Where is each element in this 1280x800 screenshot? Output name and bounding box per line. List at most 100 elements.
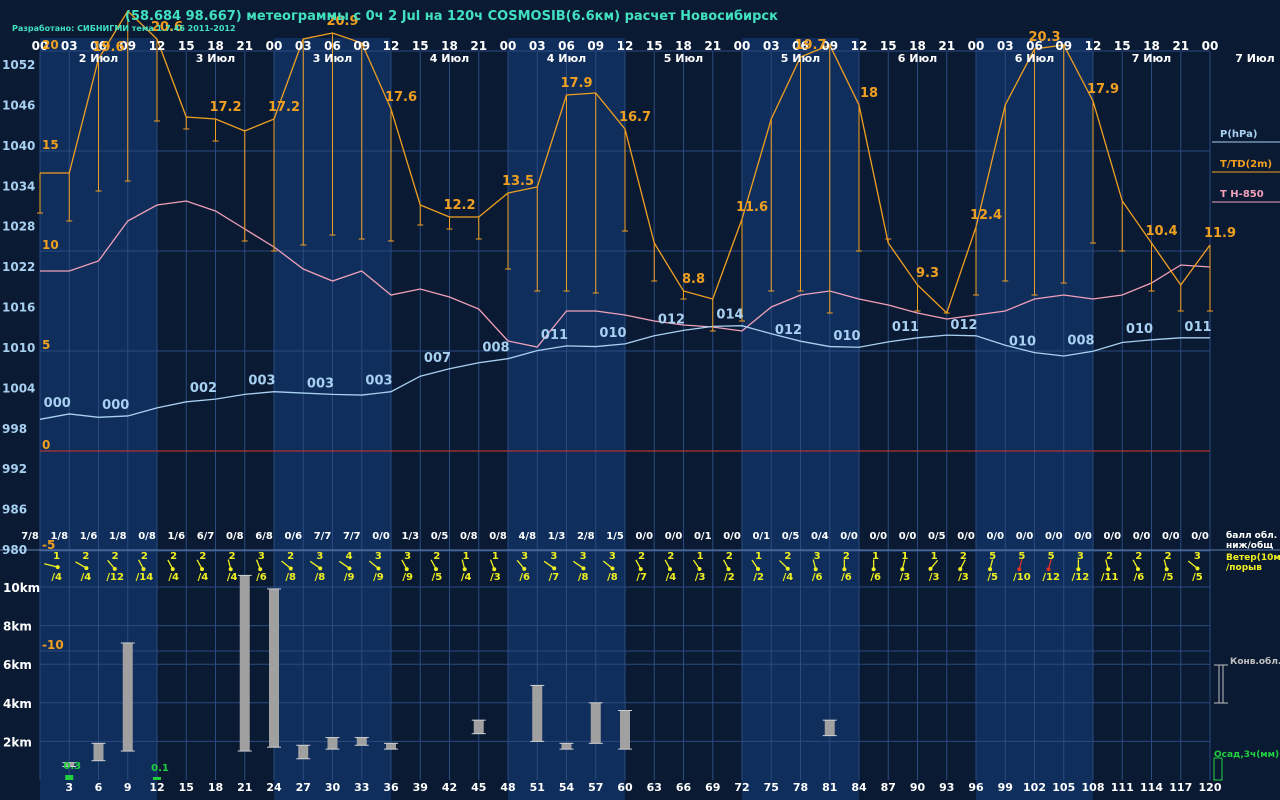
hour-top-label: 12 bbox=[383, 39, 400, 53]
wind-speed-label: 4 bbox=[346, 551, 353, 562]
hour-top-label: 12 bbox=[851, 39, 868, 53]
hour-bottom-label: 57 bbox=[588, 781, 603, 794]
wind-arrow-head bbox=[697, 566, 702, 571]
wind-speed-label: 3 bbox=[550, 551, 557, 562]
precip-bar bbox=[65, 775, 74, 780]
wind-arrow-head bbox=[552, 566, 557, 571]
wind-speed-label: 3 bbox=[375, 551, 382, 562]
hour-bottom-label: 9 bbox=[124, 781, 132, 794]
wind-speed-label: 2 bbox=[141, 551, 148, 562]
cloud-cover-label: 0/0 bbox=[1103, 531, 1121, 542]
cloud-cover-label: 0/0 bbox=[635, 531, 653, 542]
pressure-data-label: 014 bbox=[716, 308, 743, 323]
hour-bottom-label: 24 bbox=[266, 781, 282, 794]
cloud-cover-label: 0/0 bbox=[840, 531, 858, 542]
hour-top-label: 12 bbox=[149, 39, 166, 53]
hour-top-label: 21 bbox=[938, 39, 955, 53]
hour-top-label: 09 bbox=[353, 39, 370, 53]
conv-cloud-bar bbox=[239, 575, 250, 752]
conv-label: Конв.обл. bbox=[1230, 656, 1280, 667]
hour-bottom-label: 30 bbox=[325, 781, 341, 794]
wind-gust-label: /5 bbox=[987, 572, 998, 583]
precip-label: Осад,3ч(мм) bbox=[1214, 750, 1279, 760]
conv-cloud-bar bbox=[590, 702, 601, 744]
wind-arrow-head bbox=[813, 567, 818, 572]
height-tick-label: 2km bbox=[3, 735, 32, 749]
temp-data-label: 17.6 bbox=[385, 90, 417, 105]
wind-arrow-head bbox=[376, 566, 381, 571]
cloud-cover-label: 0/1 bbox=[752, 531, 770, 542]
wind-arrow-head bbox=[1164, 567, 1169, 572]
temp-data-label: 9.3 bbox=[916, 266, 939, 281]
cloud-cover-label: 0/0 bbox=[899, 531, 917, 542]
hour-top-label: 12 bbox=[617, 39, 634, 53]
wind-speed-label: 3 bbox=[404, 551, 411, 562]
pressure-tick-label: 992 bbox=[2, 462, 27, 476]
wind-gust-label: /14 bbox=[136, 572, 154, 583]
wind-gust-label: /12 bbox=[106, 572, 124, 583]
wind-arrow-head bbox=[288, 566, 293, 571]
cloud-cover-label: 0/0 bbox=[1045, 531, 1063, 542]
hour-top-label: 00 bbox=[1202, 39, 1219, 53]
hour-bottom-label: 81 bbox=[822, 781, 837, 794]
wind-speed-label: 2 bbox=[1106, 551, 1113, 562]
day-label: 3 Июл bbox=[196, 52, 235, 65]
hour-bottom-label: 93 bbox=[939, 781, 954, 794]
cloud-label: балл обл. bbox=[1226, 530, 1277, 541]
hour-bottom-label: 99 bbox=[998, 781, 1013, 794]
temp-data-label: 17.9 bbox=[1087, 82, 1119, 97]
day-label: 6 Июл bbox=[1015, 52, 1054, 65]
conv-cloud-bar bbox=[532, 685, 543, 742]
conv-cloud-bar bbox=[386, 743, 396, 750]
temp-data-label: 17.2 bbox=[268, 100, 300, 115]
wind-gust-label: /8 bbox=[578, 572, 589, 583]
cloud-cover-label: 0/0 bbox=[1016, 531, 1034, 542]
temp-data-label: 10.4 bbox=[1145, 224, 1177, 239]
cloud-cover-label: 0/5 bbox=[431, 531, 449, 542]
pressure-data-label: 010 bbox=[1009, 335, 1036, 350]
conv-cloud-bar bbox=[356, 737, 367, 746]
wind-gust-label: /4 bbox=[666, 572, 677, 583]
cloud-cover-label: 0/0 bbox=[1191, 531, 1209, 542]
cloud-cover-label: 0/8 bbox=[460, 531, 478, 542]
wind-arrow-head bbox=[581, 566, 586, 571]
wind-speed-label: 3 bbox=[1194, 551, 1201, 562]
pressure-tick-label: 1034 bbox=[2, 179, 35, 193]
hour-top-label: 15 bbox=[646, 39, 663, 53]
meteogram: 00 03 06 09 12 15 18 21 00 03 06 09 12 15 18 21 00 03 06 09… bbox=[0, 0, 1280, 800]
precip-bar bbox=[153, 777, 161, 780]
temp-data-label: 13.5 bbox=[502, 174, 534, 189]
cloud-cover-label: 0/0 bbox=[869, 531, 887, 542]
cloud-cover-label: 4/8 bbox=[518, 531, 536, 542]
pressure-data-label: 000 bbox=[102, 398, 129, 413]
hour-top-label: 06 bbox=[558, 39, 575, 53]
wind-gust-label: /7 bbox=[549, 572, 560, 583]
wind-arrow-head bbox=[756, 566, 761, 571]
wind-arrow-head bbox=[1076, 567, 1081, 572]
wind-arrow-head bbox=[404, 567, 409, 572]
hour-top-label: 12 bbox=[1085, 39, 1102, 53]
wind-gust-label: /4 bbox=[81, 572, 92, 583]
hour-top-label: 03 bbox=[295, 39, 312, 53]
wind-speed-label: 2 bbox=[960, 551, 967, 562]
cloud-cover-label: 0/0 bbox=[372, 531, 390, 542]
day-label: 5 Июл bbox=[781, 52, 820, 65]
hour-bottom-label: 27 bbox=[296, 781, 311, 794]
wind-speed-label: 1 bbox=[755, 551, 762, 562]
conv-cloud-bar bbox=[298, 745, 309, 759]
wind-gust-label: /4 bbox=[198, 572, 209, 583]
hour-top-label: 21 bbox=[704, 39, 721, 53]
day-label: 4 Июл bbox=[547, 52, 586, 65]
wind-gust-label: /7 bbox=[636, 572, 647, 583]
pressure-data-label: 010 bbox=[599, 326, 626, 341]
cloud-cover-label: 7/8 bbox=[21, 531, 39, 542]
wind-speed-label: 2 bbox=[229, 551, 236, 562]
hour-bottom-label: 111 bbox=[1111, 781, 1134, 794]
day-label: 6 Июл bbox=[898, 52, 937, 65]
cloud-cover-label: 6/8 bbox=[255, 531, 273, 542]
wind-gust-label: /8 bbox=[607, 572, 618, 583]
pressure-tick-label: 1010 bbox=[2, 341, 35, 355]
wind-gust-label: /11 bbox=[1101, 572, 1119, 583]
wind-arrow-head bbox=[141, 567, 146, 572]
wind-speed-label: 2 bbox=[82, 551, 89, 562]
